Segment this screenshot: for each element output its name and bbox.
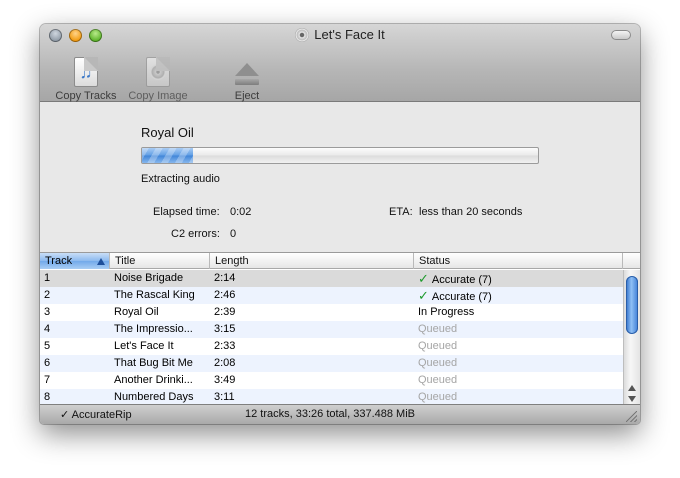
table-header: Track Title Length Status [40,253,640,269]
title-toolbar: Let's Face It ♫ Copy Tracks Copy Image E… [40,24,640,102]
cell-status: Queued [418,372,618,389]
eject-button[interactable]: Eject [220,51,274,102]
cell-length: 2:08 [214,357,236,369]
cell-track: 8 [44,391,51,403]
copy-image-button[interactable]: Copy Image [122,51,194,102]
elapsed-time-value: 0:02 [230,206,252,218]
disc-summary: 12 tracks, 33:26 total, 337.488 MiB [245,408,415,420]
status-text: Queued [418,340,458,352]
music-document-icon: ♫ [74,57,98,87]
eject-icon [234,63,260,87]
vertical-scrollbar[interactable] [623,270,640,405]
cell-title: That Bug Bit Me [114,357,193,369]
status-text: Queued [418,357,458,369]
status-text: Queued [418,374,458,386]
cell-track: 3 [44,306,51,318]
cell-status: In Progress [418,304,618,321]
cell-track: 7 [44,374,51,386]
cd-icon [295,27,310,42]
cell-track: 1 [44,272,51,284]
cell-length: 2:46 [214,289,236,301]
cell-title: Numbered Days [114,391,194,403]
column-header-title-label: Title [115,255,136,267]
copy-tracks-label: Copy Tracks [55,90,117,102]
column-header-title[interactable]: Title [110,253,210,269]
cell-length: 2:33 [214,340,236,352]
resize-grip-icon[interactable] [626,411,637,422]
current-track-title: Royal Oil [141,125,194,140]
eject-label: Eject [234,90,260,102]
tracks-table: Track Title Length Status 1 Noise Brigade… [40,252,640,405]
elapsed-time-label: Elapsed time: [153,206,220,218]
window-title: Let's Face It [40,27,640,42]
progress-pane: Royal Oil Extracting audio Elapsed time:… [40,102,640,252]
checkmark-icon: ✓ [418,271,429,286]
accuraterip-status[interactable]: ✓ AccurateRip [60,408,132,421]
extraction-status: Extracting audio [141,173,220,185]
cell-status: Queued [418,355,618,372]
cell-status: Queued [418,321,618,338]
status-text: Queued [418,391,458,403]
window-title-text: Let's Face It [314,27,385,42]
column-header-length-label: Length [215,255,249,267]
table-row[interactable]: 2 The Rascal King 2:46 ✓ Accurate (7) [40,287,623,304]
status-text: Accurate (7) [431,274,492,286]
cell-track: 6 [44,357,51,369]
cell-track: 2 [44,289,51,301]
extraction-progress-bar [141,147,539,164]
column-header-track[interactable]: Track [40,253,110,269]
cell-length: 3:11 [214,391,235,403]
cell-length: 2:39 [214,306,236,318]
status-text: Accurate (7) [431,291,492,303]
status-text: Queued [418,323,458,335]
scroll-down-arrow-icon[interactable] [628,396,636,402]
cell-title: Let's Face It [114,340,174,352]
app-window: Let's Face It ♫ Copy Tracks Copy Image E… [40,24,640,424]
cell-title: Another Drinki... [114,374,193,386]
table-row[interactable]: 3 Royal Oil 2:39 In Progress [40,304,623,321]
sort-ascending-icon [97,258,105,265]
cell-length: 2:14 [214,272,236,284]
copy-image-label: Copy Image [128,90,188,102]
scrollbar-thumb[interactable] [626,276,638,334]
table-row[interactable]: 1 Noise Brigade 2:14 ✓ Accurate (7) [40,270,623,287]
eta-value: less than 20 seconds [419,206,523,218]
cell-length: 3:49 [214,374,236,386]
cell-track: 4 [44,323,51,335]
column-header-length[interactable]: Length [210,253,414,269]
cell-status: Queued [418,389,618,405]
toolbar-toggle-button[interactable] [611,30,631,40]
cell-title: The Rascal King [114,289,195,301]
checkmark-icon: ✓ [418,288,429,303]
eta-label: ETA: [389,206,413,218]
column-header-track-label: Track [45,255,73,267]
table-body: 1 Noise Brigade 2:14 ✓ Accurate (7) 2 The Rasc… [40,270,623,405]
cell-track: 5 [44,340,51,352]
cell-title: Royal Oil [114,306,159,318]
progress-fill [142,148,194,163]
scroll-up-arrow-icon[interactable] [628,385,636,391]
copy-tracks-button[interactable]: ♫ Copy Tracks [48,51,124,102]
disc-document-icon [146,57,170,87]
column-header-status-label: Status [419,255,451,267]
cell-title: The Impressio... [114,323,193,335]
cell-title: Noise Brigade [114,272,184,284]
table-row[interactable]: 4 The Impressio... 3:15 Queued [40,321,623,338]
cell-length: 3:15 [214,323,236,335]
status-text: In Progress [418,306,475,318]
c2-errors-label: C2 errors: [171,228,220,240]
table-row[interactable]: 8 Numbered Days 3:11 Queued [40,389,623,405]
cell-status: Queued [418,338,618,355]
column-header-status[interactable]: Status [414,253,623,269]
status-bar: ✓ AccurateRip 12 tracks, 33:26 total, 33… [40,404,640,424]
table-row[interactable]: 7 Another Drinki... 3:49 Queued [40,372,623,389]
table-row[interactable]: 5 Let's Face It 2:33 Queued [40,338,623,355]
table-row[interactable]: 6 That Bug Bit Me 2:08 Queued [40,355,623,372]
c2-errors-value: 0 [230,228,237,240]
